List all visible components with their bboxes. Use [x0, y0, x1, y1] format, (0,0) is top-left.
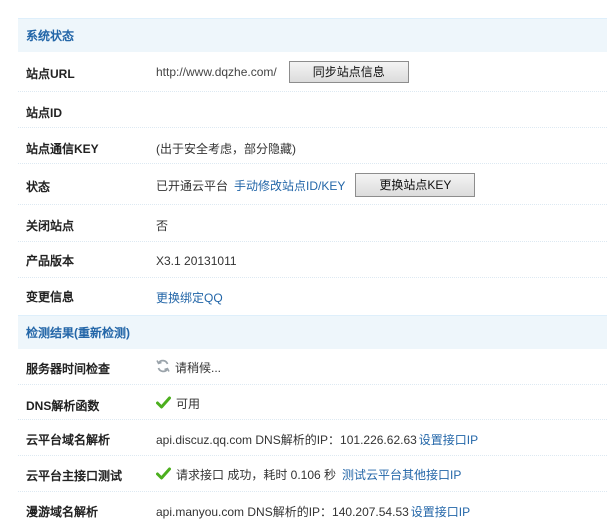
- status-value: 已开通云平台: [156, 178, 229, 193]
- cloud-main-value: 请求接口 成功，耗时 0.106 秒: [176, 468, 337, 482]
- row-change-info: 变更信息 更换绑定QQ: [18, 278, 607, 315]
- change-site-key-button[interactable]: 更换站点KEY: [355, 173, 476, 197]
- cloud-platform-panel: 系统状态 站点URL http://www.dqzhe.com/ 同步站点信息 …: [18, 18, 607, 528]
- change-info-label: 变更信息: [26, 290, 75, 304]
- row-site-id: 站点ID: [18, 92, 607, 128]
- manyou-dns-value: api.manyou.com DNS解析的IP：140.207.54.53: [156, 505, 409, 519]
- test-other-api-ip-link[interactable]: 测试云平台其他接口IP: [342, 466, 461, 483]
- close-site-value-group: 否: [156, 217, 168, 234]
- row-manyou-dns: 漫游域名解析 api.manyou.com DNS解析的IP：140.207.5…: [18, 492, 607, 528]
- dns-func-value: 可用: [176, 397, 201, 411]
- cloud-dns-label: 云平台域名解析: [26, 433, 111, 447]
- checkmark-icon: [156, 396, 171, 412]
- site-key-value: (出于安全考虑，部分隐藏): [156, 142, 296, 156]
- refresh-icon: [156, 359, 170, 376]
- row-site-key: 站点通信KEY (出于安全考虑，部分隐藏): [18, 128, 607, 164]
- row-cloud-dns: 云平台域名解析 api.discuz.qq.com DNS解析的IP：101.2…: [18, 420, 607, 456]
- manyou-dns-label: 漫游域名解析: [26, 505, 99, 519]
- site-url-label: 站点URL: [26, 67, 75, 81]
- section-title: 系统状态: [26, 29, 75, 43]
- version-label: 产品版本: [26, 254, 75, 268]
- row-cloud-main: 云平台主接口测试 请求接口 成功，耗时 0.106 秒 测试云平台其他接口IP: [18, 456, 607, 492]
- site-url-value-group: http://www.dqzhe.com/ 同步站点信息: [156, 61, 409, 83]
- section-title[interactable]: 检测结果(重新检测): [26, 326, 130, 340]
- server-time-value: 请稍候...: [175, 361, 222, 375]
- site-key-label: 站点通信KEY: [26, 142, 99, 156]
- set-api-ip-link[interactable]: 设置接口IP: [419, 431, 478, 448]
- close-site-label: 关闭站点: [26, 219, 75, 233]
- dns-func-label: DNS解析函数: [26, 399, 100, 413]
- section-system-status: 系统状态: [18, 18, 607, 52]
- cloud-dns-value-group: api.discuz.qq.com DNS解析的IP：101.226.62.63…: [156, 431, 478, 448]
- sync-site-info-button[interactable]: 同步站点信息: [288, 61, 409, 83]
- set-api-ip-link[interactable]: 设置接口IP: [411, 503, 470, 520]
- close-site-value: 否: [156, 219, 169, 233]
- row-version: 产品版本 X3.1 20131011: [18, 242, 607, 278]
- row-site-url: 站点URL http://www.dqzhe.com/ 同步站点信息: [18, 52, 607, 92]
- status-label: 状态: [26, 180, 51, 194]
- status-value-group: 已开通云平台 手动修改站点ID/KEY 更换站点KEY: [156, 173, 476, 197]
- row-status: 状态 已开通云平台 手动修改站点ID/KEY 更换站点KEY: [18, 164, 607, 205]
- section-check-results: 检测结果(重新检测): [18, 315, 607, 349]
- site-key-value-group: (出于安全考虑，部分隐藏): [156, 140, 296, 157]
- site-url-value: http://www.dqzhe.com/: [156, 65, 277, 79]
- version-value: X3.1 20131011: [156, 254, 237, 268]
- cloud-dns-value: api.discuz.qq.com DNS解析的IP：101.226.62.63: [156, 433, 417, 447]
- cloud-main-label: 云平台主接口测试: [26, 469, 123, 483]
- row-dns-func: DNS解析函数 可用: [18, 385, 607, 420]
- version-value-group: X3.1 20131011: [156, 254, 237, 268]
- edit-site-id-key-link[interactable]: 手动修改站点ID/KEY: [234, 177, 345, 194]
- row-close-site: 关闭站点 否: [18, 205, 607, 242]
- row-server-time: 服务器时间检查 请稍候...: [18, 349, 607, 385]
- server-time-label: 服务器时间检查: [26, 362, 111, 376]
- change-info-value-group: 更换绑定QQ: [156, 289, 223, 306]
- site-id-label: 站点ID: [26, 106, 63, 120]
- change-bound-qq-link[interactable]: 更换绑定QQ: [156, 289, 223, 306]
- dns-func-value-group: 可用: [156, 395, 200, 412]
- manyou-dns-value-group: api.manyou.com DNS解析的IP：140.207.54.53 设置…: [156, 503, 470, 520]
- cloud-main-value-group: 请求接口 成功，耗时 0.106 秒 测试云平台其他接口IP: [156, 466, 461, 483]
- server-time-value-group: 请稍候...: [156, 359, 221, 376]
- checkmark-icon: [156, 467, 171, 483]
